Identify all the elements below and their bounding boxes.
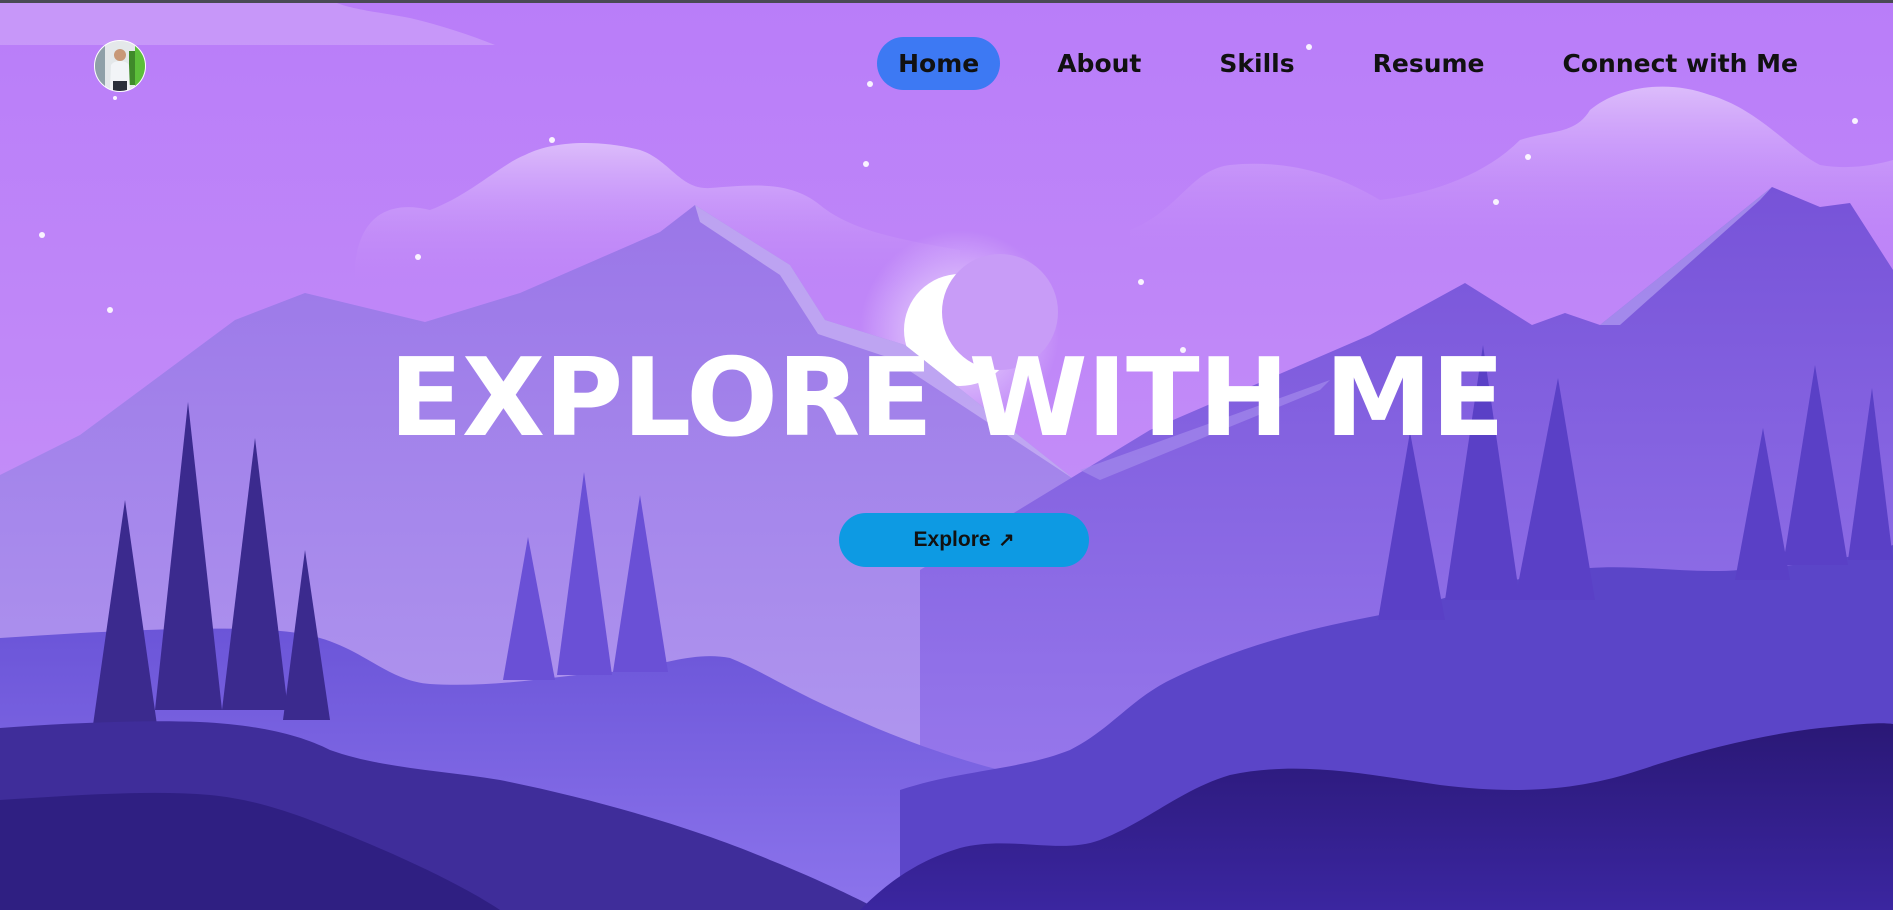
arrow-up-right-icon: ↗	[998, 529, 1015, 551]
browser-top-border	[0, 0, 1893, 3]
hero-title: EXPLORE WITH ME	[389, 336, 1505, 461]
nav-menu: Home About Skills Resume Connect with Me	[877, 37, 1819, 90]
explore-button[interactable]: Explore ↗	[839, 513, 1089, 567]
avatar-photo-icon	[95, 41, 145, 91]
top-navigation-bar: Home About Skills Resume Connect with Me	[0, 0, 1893, 130]
profile-avatar[interactable]	[94, 40, 146, 92]
nav-resume[interactable]: Resume	[1352, 37, 1506, 90]
nav-about[interactable]: About	[1036, 37, 1162, 90]
nav-connect[interactable]: Connect with Me	[1542, 37, 1820, 90]
nav-skills[interactable]: Skills	[1198, 37, 1315, 90]
explore-button-label: Explore	[913, 528, 991, 551]
nav-home[interactable]: Home	[877, 37, 1001, 90]
